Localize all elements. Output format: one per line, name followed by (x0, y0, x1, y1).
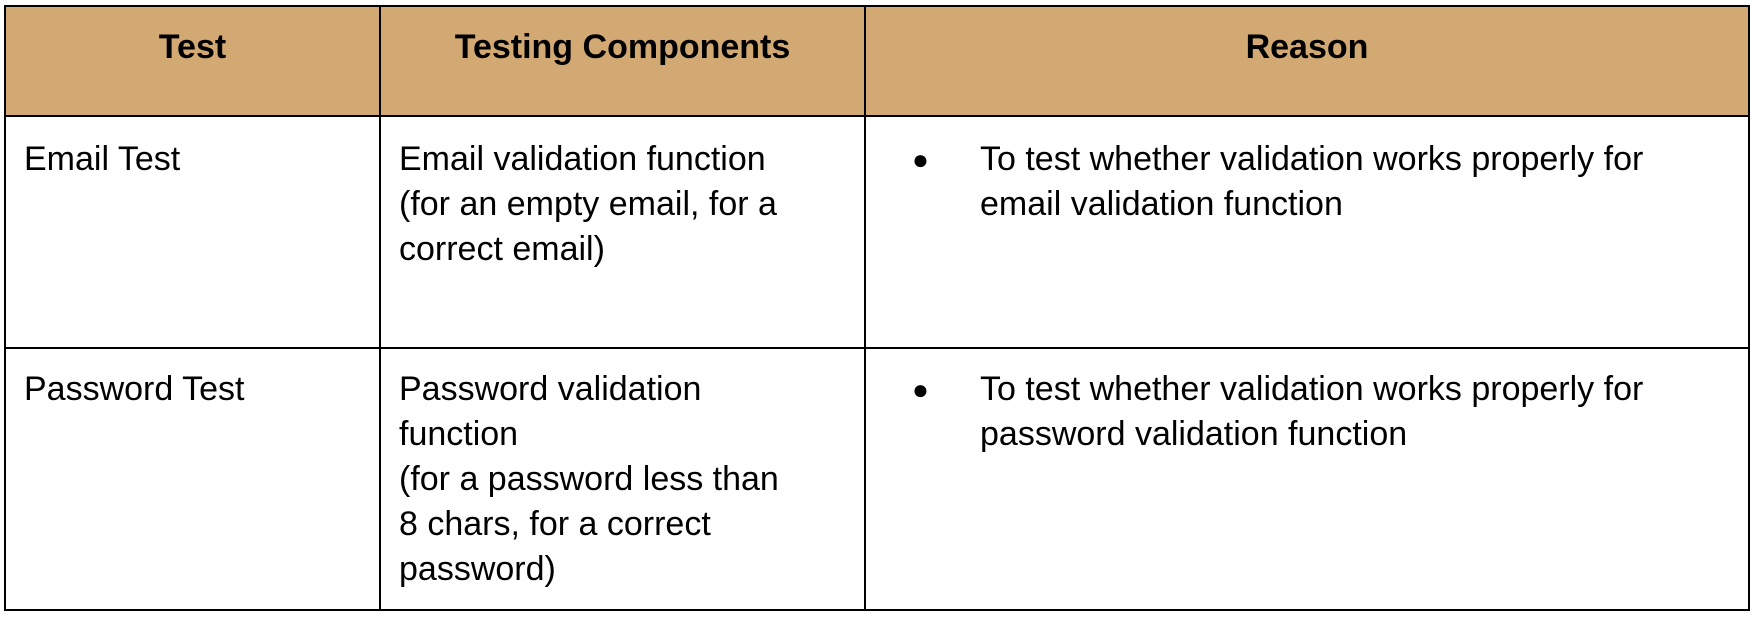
header-reason: Reason (864, 5, 1750, 117)
table-header-row: Test Testing Components Reason (4, 5, 1750, 117)
bullet-icon: ● (912, 374, 929, 405)
table-row: Password Test Password validation functi… (4, 347, 1750, 611)
cell-test-name: Password Test (4, 347, 381, 611)
bullet-icon: ● (912, 144, 929, 175)
test-plan-table: Test Testing Components Reason Email Tes… (4, 5, 1750, 611)
cell-testing-components: Email validation function (for an empty … (379, 115, 866, 349)
cell-testing-components: Password validation function (for a pass… (379, 347, 866, 611)
list-item: ● To test whether validation works prope… (884, 367, 1730, 457)
cell-reason: ● To test whether validation works prope… (864, 115, 1750, 349)
list-item: ● To test whether validation works prope… (884, 137, 1730, 227)
cell-reason: ● To test whether validation works prope… (864, 347, 1750, 611)
reason-list: ● To test whether validation works prope… (884, 367, 1730, 457)
table-row: Email Test Email validation function (fo… (4, 115, 1750, 349)
header-test: Test (4, 5, 381, 117)
reason-text: To test whether validation works properl… (980, 370, 1644, 453)
reason-list: ● To test whether validation works prope… (884, 137, 1730, 227)
header-testing-components: Testing Components (379, 5, 866, 117)
reason-text: To test whether validation works properl… (980, 140, 1644, 223)
cell-test-name: Email Test (4, 115, 381, 349)
